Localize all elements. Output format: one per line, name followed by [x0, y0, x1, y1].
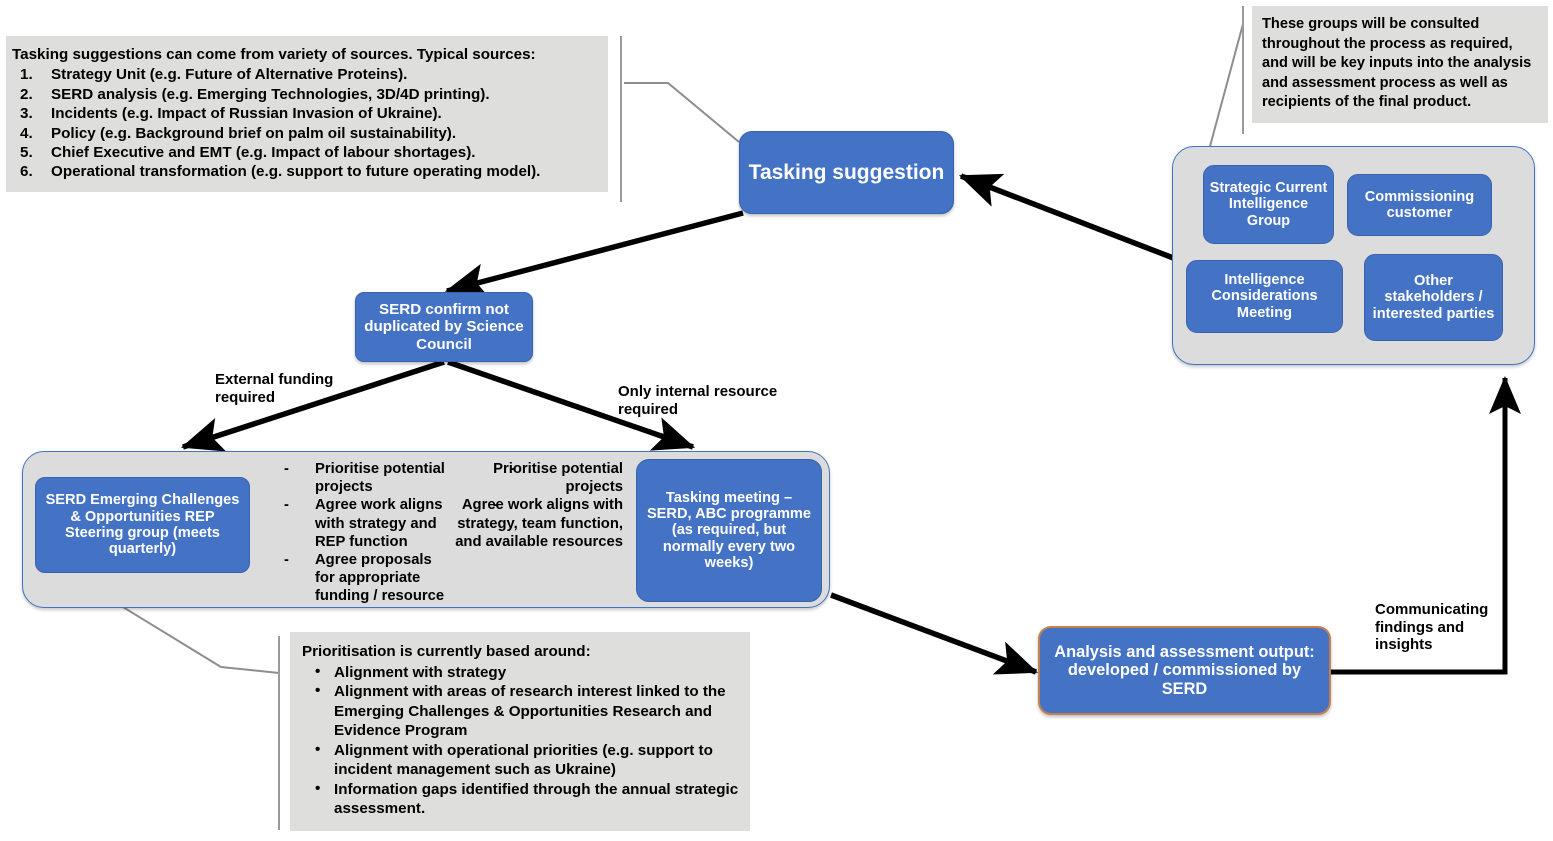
note-prioritisation-list: • Alignment with strategy • Alignment with…: [302, 663, 742, 819]
leader-bar-consulted: [1242, 6, 1244, 134]
list-text: Strategy Unit (e.g. Future of Alternativ…: [51, 66, 408, 84]
node-label: SERD confirm not duplicated by Science C…: [364, 301, 524, 353]
leader-bar-prioritisation: [278, 636, 280, 830]
panel-branch-options: SERD Emerging Challenges & Opportunities…: [22, 451, 830, 608]
edge-stakeholders-to-tasking: [958, 173, 1177, 262]
note-prioritisation: Prioritisation is currently based around…: [290, 632, 750, 831]
list-text: Agree work aligns with strategy and REP …: [315, 497, 443, 550]
list-text: Policy (e.g. Background brief on palm oi…: [51, 124, 457, 142]
edge-tasking-to-serd: [444, 210, 744, 298]
list-item: 4. Policy (e.g. Background brief on palm …: [12, 124, 598, 143]
node-label: Intelligence Considerations Meeting: [1211, 271, 1318, 321]
note-tasking-sources: Tasking suggestions can come from variet…: [6, 36, 608, 192]
list-number: 3.: [20, 105, 33, 123]
edge-label-text: Communicating findings and insights: [1375, 601, 1489, 654]
list-item: 2. SERD analysis (e.g. Emerging Technolog…: [12, 85, 598, 104]
node-label: SERD Emerging Challenges & Opportunities…: [45, 492, 240, 558]
node-label: Other stakeholders / interested parties: [1372, 272, 1495, 322]
leader-bar-sources: [620, 36, 622, 202]
list-item: • Alignment with strategy: [302, 663, 742, 683]
list-number: 1.: [20, 66, 33, 84]
node-tasking-meeting[interactable]: Tasking meeting – SERD, ABC programme (a…: [636, 459, 822, 602]
node-intelligence-considerations-meeting[interactable]: Intelligence Considerations Meeting: [1186, 260, 1343, 333]
edge-label-only-internal: Only internal resource required: [618, 383, 778, 418]
list-number: 4.: [20, 124, 33, 142]
list-text: Operational transformation (e.g. support…: [51, 163, 541, 181]
edge-label-communicating-findings: Communicating findings and insights: [1375, 601, 1500, 654]
bullet-list-left-branch: - Prioritise potential projects - Agree …: [263, 460, 448, 606]
node-label: Analysis and assessment output: develope…: [1054, 642, 1315, 698]
bullet-list-right-branch: - Prioritise potential projects - Agree …: [453, 460, 623, 551]
list-text: Alignment with strategy: [334, 663, 507, 681]
edge-label-external-funding: External funding required: [215, 371, 365, 406]
list-item: 6. Operational transformation (e.g. suppo…: [12, 162, 598, 181]
list-text: Chief Executive and EMT (e.g. Impact of …: [51, 144, 476, 162]
node-commissioning-customer[interactable]: Commissioning customer: [1347, 174, 1492, 236]
leader-prioritisation: [117, 603, 280, 674]
list-text: Alignment with areas of research interes…: [334, 683, 726, 739]
list-item: - Agree work aligns with strategy, team …: [453, 496, 623, 551]
list-number: 5.: [20, 144, 33, 162]
list-text: Incidents (e.g. Impact of Russian Invasi…: [51, 105, 442, 123]
bullet-marker: •: [315, 740, 321, 758]
list-item: 1. Strategy Unit (e.g. Future of Alternat…: [12, 65, 598, 84]
list-text: Agree proposals for appropriate funding …: [315, 552, 445, 605]
bullet-marker: -: [284, 552, 289, 569]
list-text: Prioritise potential projects: [315, 461, 445, 496]
node-label: Tasking suggestion: [748, 160, 945, 184]
node-analysis-assessment-output[interactable]: Analysis and assessment output: develope…: [1038, 626, 1331, 715]
list-item: - Agree proposals for appropriate fundin…: [263, 551, 448, 606]
bullet-marker: -: [511, 461, 516, 477]
leader-consulted: [1208, 23, 1244, 151]
bullet-marker: -: [493, 497, 498, 514]
note-prioritisation-title: Prioritisation is currently based around…: [302, 643, 591, 660]
node-label: Strategic Current Intelligence Group: [1209, 180, 1328, 229]
panel-stakeholder-groups: Strategic Current Intelligence Group Com…: [1172, 146, 1535, 365]
list-text: Information gaps identified through the …: [334, 780, 739, 818]
node-serd-steering-group[interactable]: SERD Emerging Challenges & Opportunities…: [35, 477, 250, 573]
node-tasking-suggestion[interactable]: Tasking suggestion: [739, 131, 954, 214]
list-item: 5. Chief Executive and EMT (e.g. Impact o…: [12, 143, 598, 162]
node-label: Commissioning customer: [1364, 188, 1475, 221]
leader-sources: [624, 82, 740, 143]
note-consulted-text: These groups will be consulted throughou…: [1262, 16, 1532, 111]
list-item: - Prioritise potential projects: [453, 460, 623, 496]
node-label: Tasking meeting – SERD, ABC programme (a…: [646, 489, 812, 572]
node-serd-confirm[interactable]: SERD confirm not duplicated by Science C…: [355, 292, 533, 362]
list-text: SERD analysis (e.g. Emerging Technologie…: [51, 85, 490, 103]
list-item: - Prioritise potential projects: [263, 460, 448, 496]
list-number: 6.: [20, 163, 33, 181]
edge-meeting-to-analysis: [830, 592, 1039, 675]
list-item: - Agree work aligns with strategy and RE…: [263, 496, 448, 551]
list-number: 2.: [20, 85, 33, 103]
bullet-marker: -: [284, 461, 289, 477]
list-item: • Information gaps identified through the…: [302, 780, 742, 819]
list-text: Alignment with operational priorities (e…: [334, 741, 713, 779]
list-text: Agree work aligns with strategy, team fu…: [455, 497, 623, 550]
bullet-marker: -: [284, 497, 289, 514]
diagram-canvas: Tasking suggestions can come from variet…: [0, 0, 1553, 841]
list-item: 3. Incidents (e.g. Impact of Russian Inva…: [12, 104, 598, 123]
note-groups-consulted: These groups will be consulted throughou…: [1252, 6, 1548, 123]
node-other-stakeholders[interactable]: Other stakeholders / interested parties: [1364, 254, 1503, 341]
edge-label-text: External funding required: [215, 371, 334, 406]
edge-label-text: Only internal resource required: [618, 383, 778, 418]
note-sources-list: 1. Strategy Unit (e.g. Future of Alternat…: [12, 65, 598, 181]
bullet-marker: •: [315, 682, 321, 699]
note-sources-title: Tasking suggestions can come from variet…: [12, 46, 536, 63]
list-item: • Alignment with operational priorities (…: [302, 741, 742, 780]
node-strategic-current-intelligence-group[interactable]: Strategic Current Intelligence Group: [1203, 165, 1334, 244]
bullet-marker: •: [315, 662, 321, 680]
list-item: • Alignment with areas of research intere…: [302, 682, 742, 741]
bullet-marker: •: [315, 779, 321, 797]
